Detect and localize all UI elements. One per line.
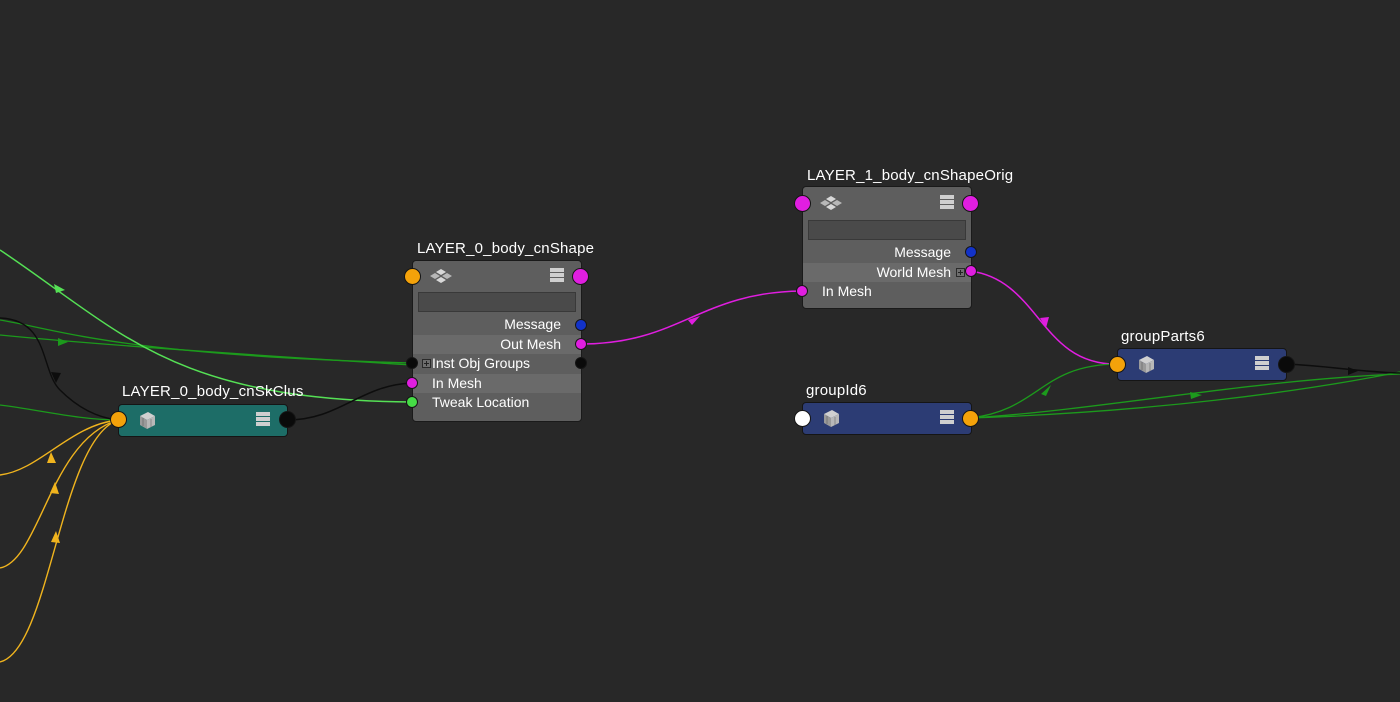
attr-row-in-mesh[interactable]: In Mesh xyxy=(803,282,971,302)
attr-row-message[interactable]: Message xyxy=(803,243,971,263)
in-mesh-port[interactable] xyxy=(796,285,808,297)
shape-orig-node-title: LAYER_1_body_cnShapeOrig xyxy=(807,167,1014,184)
wire-arrow xyxy=(1348,367,1358,375)
attribute-list-icon[interactable] xyxy=(255,411,271,427)
shape-node-header[interactable] xyxy=(413,261,581,291)
wire-green-2[interactable] xyxy=(0,334,413,366)
attr-row-in-mesh[interactable]: In Mesh xyxy=(413,373,581,393)
world-mesh-port[interactable] xyxy=(965,265,977,277)
group-id-node[interactable] xyxy=(802,402,972,435)
wire-green-3[interactable] xyxy=(0,404,119,421)
tweak-location-port[interactable] xyxy=(406,396,418,408)
attr-label-inst-obj-groups: Inst Obj Groups xyxy=(432,355,531,371)
skin-cluster-node[interactable] xyxy=(118,404,288,437)
mesh-shape-icon xyxy=(430,269,452,283)
shape-node-name-field[interactable] xyxy=(418,292,576,312)
attr-label-in-mesh: In Mesh xyxy=(432,374,482,391)
wire-black-out[interactable] xyxy=(1285,363,1400,374)
attribute-list-icon[interactable] xyxy=(939,194,955,210)
wire-arrow xyxy=(50,482,59,494)
attr-row-tweak-location[interactable]: Tweak Location xyxy=(413,393,581,413)
mesh-shape-icon xyxy=(820,196,842,210)
skin-cluster-input-port[interactable] xyxy=(110,411,127,428)
shape-node-output-port[interactable] xyxy=(572,268,589,285)
inst-obj-groups-in-port[interactable] xyxy=(406,357,418,369)
group-parts-node[interactable] xyxy=(1117,348,1287,381)
attr-label-world-mesh: World Mesh xyxy=(876,263,951,280)
shape-node[interactable]: Message Out Mesh Inst Obj Groups In Mesh… xyxy=(412,260,582,422)
skin-cluster-output-port[interactable] xyxy=(279,411,296,428)
message-out-port[interactable] xyxy=(965,246,977,258)
shape-orig-output-port[interactable] xyxy=(962,195,979,212)
attribute-list-icon[interactable] xyxy=(939,409,955,425)
wire-green-groupid-1[interactable] xyxy=(969,363,1118,419)
attr-row-world-mesh[interactable]: World Mesh xyxy=(803,262,971,282)
attribute-list-icon[interactable] xyxy=(1254,355,1270,371)
wire-black-1[interactable] xyxy=(0,317,119,421)
wire-arrow xyxy=(54,284,65,293)
group-parts-output-port[interactable] xyxy=(1278,356,1295,373)
out-mesh-port[interactable] xyxy=(575,338,587,350)
shape-node-title: LAYER_0_body_cnShape xyxy=(417,240,595,257)
group-id-input-port[interactable] xyxy=(794,410,811,427)
attr-label-message: Message xyxy=(894,244,951,260)
group-id-icon xyxy=(824,410,839,427)
wire-arrow xyxy=(47,452,56,463)
attr-label-message: Message xyxy=(504,316,561,332)
attr-label-in-mesh: In Mesh xyxy=(822,283,872,299)
shape-orig-node[interactable]: Message World Mesh In Mesh xyxy=(802,186,972,309)
skin-cluster-icon xyxy=(140,412,155,429)
attr-label-out-mesh: Out Mesh xyxy=(500,335,561,352)
shape-orig-input-port[interactable] xyxy=(794,195,811,212)
wire-magenta-2[interactable] xyxy=(969,270,1118,365)
wire-arrow xyxy=(58,338,68,346)
expand-icon[interactable] xyxy=(422,359,431,368)
attribute-list-icon[interactable] xyxy=(549,267,565,283)
shape-orig-node-name-field[interactable] xyxy=(808,220,966,240)
group-parts-node-title: groupParts6 xyxy=(1121,328,1205,345)
group-parts-input-port[interactable] xyxy=(1109,356,1126,373)
skin-cluster-title: LAYER_0_body_cnSkClus xyxy=(122,383,304,400)
shape-orig-node-header[interactable] xyxy=(803,187,971,217)
group-id-output-port[interactable] xyxy=(962,410,979,427)
wire-green-tweak[interactable] xyxy=(0,249,413,403)
in-mesh-port[interactable] xyxy=(406,377,418,389)
inst-obj-groups-out-port[interactable] xyxy=(575,357,587,369)
message-out-port[interactable] xyxy=(575,319,587,331)
attr-row-out-mesh[interactable]: Out Mesh xyxy=(413,334,581,354)
wire-magenta-1[interactable] xyxy=(580,290,803,345)
expand-icon[interactable] xyxy=(956,267,965,277)
attr-row-inst-obj-groups[interactable]: Inst Obj Groups xyxy=(413,354,581,374)
attr-row-message[interactable]: Message xyxy=(413,315,581,335)
shape-node-input-port[interactable] xyxy=(404,268,421,285)
group-id-node-title: groupId6 xyxy=(806,382,867,399)
attr-label-tweak-location: Tweak Location xyxy=(432,394,530,410)
group-parts-icon xyxy=(1139,356,1154,373)
